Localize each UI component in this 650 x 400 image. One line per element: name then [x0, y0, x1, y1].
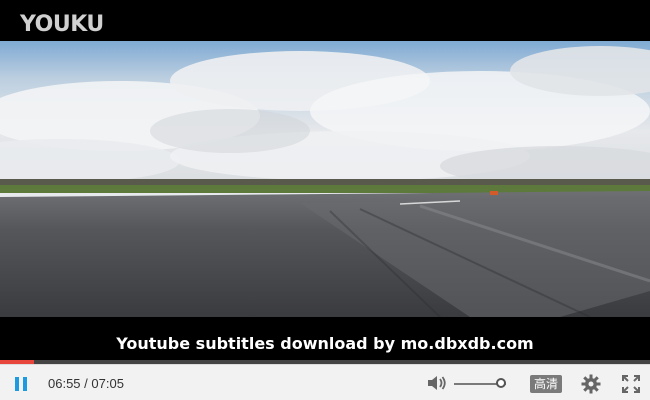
fullscreen-icon: [622, 375, 640, 393]
video-frame[interactable]: [0, 41, 650, 317]
fullscreen-button[interactable]: [621, 374, 641, 394]
volume-button[interactable]: [426, 374, 448, 392]
time-display: 06:55 / 07:05: [48, 376, 124, 391]
pause-button[interactable]: [12, 375, 30, 393]
settings-button[interactable]: [580, 373, 602, 395]
video-player[interactable]: YOUKU Youtube subtitles download by mo.d…: [0, 0, 650, 400]
volume-icon: [428, 376, 446, 390]
time-separator: /: [84, 376, 88, 391]
volume-slider[interactable]: [454, 377, 514, 391]
gear-icon: [581, 374, 601, 394]
volume-knob[interactable]: [496, 378, 506, 388]
subtitle-text: Youtube subtitles download by mo.dbxdb.c…: [116, 334, 534, 353]
pause-icon: [15, 377, 27, 391]
quality-button[interactable]: 高清: [530, 375, 563, 393]
current-time: 06:55: [48, 376, 81, 391]
youku-logo: YOUKU: [20, 12, 104, 37]
runway-scene: [0, 41, 650, 317]
control-bar: 06:55 / 07:05 高清: [0, 364, 650, 400]
total-time: 07:05: [91, 376, 124, 391]
subtitle-bar: Youtube subtitles download by mo.dbxdb.c…: [0, 317, 650, 360]
